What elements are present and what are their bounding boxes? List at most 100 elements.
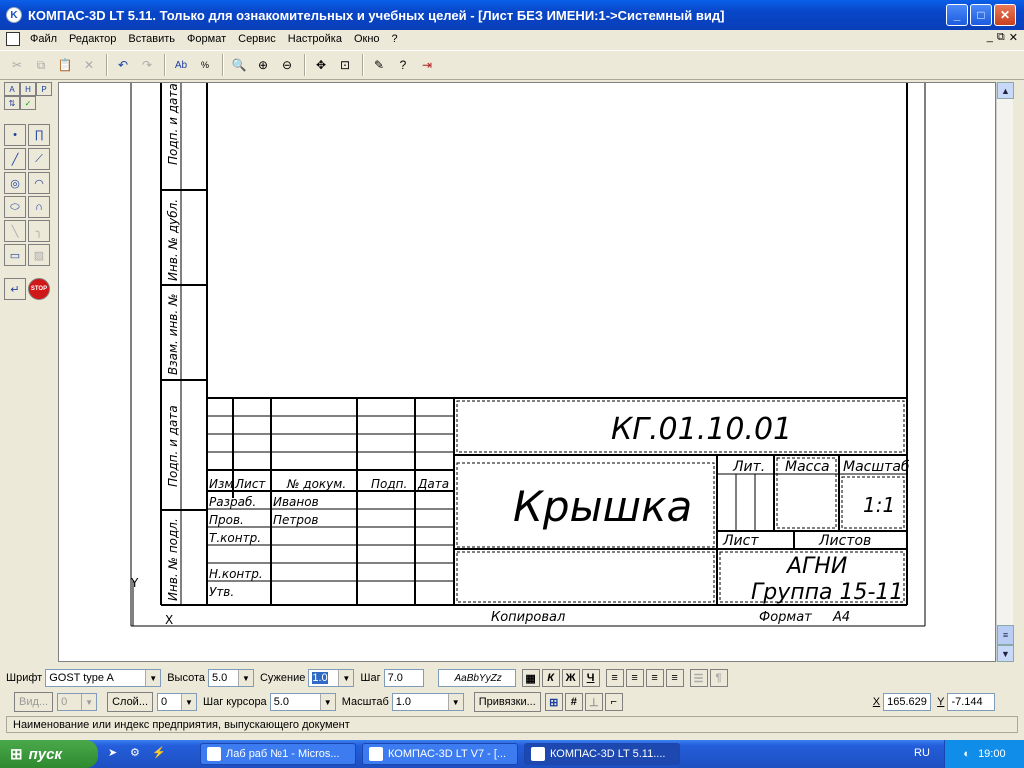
- chevron-down-icon[interactable]: ▼: [338, 670, 354, 686]
- doc-minimize-icon[interactable]: _: [987, 31, 993, 44]
- chamfer-icon[interactable]: ╲: [4, 220, 26, 242]
- polyline-icon[interactable]: ⟋: [28, 148, 50, 170]
- fillet-icon[interactable]: ╮: [28, 220, 50, 242]
- grid-icon[interactable]: ⊞: [544, 693, 563, 711]
- hatch-icon[interactable]: ▨: [28, 244, 50, 266]
- scroll-thumb[interactable]: ≡: [997, 625, 1014, 645]
- edit-tab-icon[interactable]: ⇅: [4, 96, 20, 110]
- tray-icon[interactable]: ◐: [963, 748, 970, 760]
- layer-select[interactable]: 0 ▼: [157, 693, 197, 711]
- y-coord-field[interactable]: -7.144: [947, 693, 996, 711]
- view-button[interactable]: Вид...: [14, 692, 54, 712]
- chevron-down-icon[interactable]: ▼: [319, 694, 335, 710]
- scale-value[interactable]: 1:1: [863, 493, 895, 517]
- cut-icon[interactable]: ✂: [6, 54, 28, 76]
- task-word[interactable]: Лаб раб №1 - Micros...: [200, 743, 356, 765]
- local-cs-icon[interactable]: ⌐: [604, 693, 623, 711]
- scale-select[interactable]: 1.0 ▼: [391, 693, 464, 711]
- exit-icon[interactable]: ⇥: [416, 54, 438, 76]
- ellipse-icon[interactable]: ⬭: [4, 196, 26, 218]
- chevron-down-icon[interactable]: ▼: [237, 670, 253, 686]
- menu-edit[interactable]: Редактор: [63, 33, 122, 45]
- menu-settings[interactable]: Настройка: [282, 33, 348, 45]
- quicklaunch-icon[interactable]: ➤: [108, 746, 117, 759]
- chevron-down-icon[interactable]: ▼: [447, 694, 463, 710]
- snaps-button[interactable]: Привязки...: [473, 692, 541, 712]
- pan-icon[interactable]: ✥: [310, 54, 332, 76]
- spline-icon[interactable]: ∩: [28, 196, 50, 218]
- height-select[interactable]: 5.0 ▼: [207, 669, 254, 687]
- chevron-down-icon[interactable]: ▼: [145, 670, 161, 686]
- title-bar[interactable]: K КОМПАС-3D LT 5.11. Только для ознакоми…: [0, 0, 1024, 30]
- measure-tab-icon[interactable]: ✓: [20, 96, 36, 110]
- bold-button[interactable]: Ж: [561, 669, 580, 687]
- x-coord-field[interactable]: 165.629: [883, 693, 932, 711]
- doc-close-icon[interactable]: ✕: [1009, 31, 1018, 44]
- vertical-scrollbar[interactable]: ▲ ≡ ▼: [996, 82, 1014, 662]
- stop-icon[interactable]: STOP: [28, 278, 50, 300]
- segment-icon[interactable]: ╱: [4, 148, 26, 170]
- paste-icon[interactable]: 📋: [54, 54, 76, 76]
- list-icon[interactable]: ☰: [689, 669, 708, 687]
- quicklaunch-icon-3[interactable]: ⚡: [152, 746, 166, 759]
- menu-format[interactable]: Формат: [181, 33, 232, 45]
- arc-icon[interactable]: ◠: [28, 172, 50, 194]
- ortho-icon[interactable]: ⊥: [584, 693, 603, 711]
- menu-file[interactable]: Файл: [24, 33, 63, 45]
- text-tab-icon[interactable]: P: [36, 82, 52, 96]
- menu-service[interactable]: Сервис: [232, 33, 282, 45]
- org-group[interactable]: Группа 15-11: [751, 580, 903, 605]
- font-select[interactable]: GOST type A ▼: [45, 669, 162, 687]
- chevron-down-icon[interactable]: ▼: [181, 694, 196, 710]
- undo-icon[interactable]: ↶: [112, 54, 134, 76]
- align-center-icon[interactable]: ≡: [625, 669, 644, 687]
- grid-toggle-icon[interactable]: #: [564, 693, 583, 711]
- point-icon[interactable]: •: [4, 124, 26, 146]
- drawing-canvas[interactable]: Подп. и дата Инв. № дубл. Взам. инв. № П…: [58, 82, 996, 662]
- chevron-down-icon[interactable]: ▼: [81, 694, 97, 710]
- doc-restore-icon[interactable]: ⧉: [997, 31, 1005, 44]
- geometry-tab-icon[interactable]: A: [4, 82, 20, 96]
- document-icon[interactable]: [6, 32, 20, 46]
- view-select[interactable]: 0 ▼: [57, 693, 98, 711]
- enter-icon[interactable]: ↵: [4, 278, 26, 300]
- align-left-icon[interactable]: ≡: [605, 669, 624, 687]
- narrow-select[interactable]: 1.0 ▼: [308, 669, 355, 687]
- task-kompas-511[interactable]: КОМПАС-3D LT 5.11....: [524, 743, 680, 765]
- scroll-down-icon[interactable]: ▼: [997, 645, 1014, 662]
- doc-designation[interactable]: КГ.01.10.01: [611, 412, 792, 447]
- redo-icon[interactable]: ↷: [136, 54, 158, 76]
- quicklaunch-icon-2[interactable]: ⚙: [130, 746, 140, 759]
- properties-icon[interactable]: ✎: [368, 54, 390, 76]
- start-button[interactable]: ⊞ пуск: [0, 740, 98, 768]
- spellcheck-icon[interactable]: Ab: [170, 54, 192, 76]
- menu-window[interactable]: Окно: [348, 33, 386, 45]
- rectangle-icon[interactable]: ▭: [4, 244, 26, 266]
- zoom-out-icon[interactable]: ⊖: [276, 54, 298, 76]
- task-kompas-v7[interactable]: КОМПАС-3D LT V7 - [...: [362, 743, 518, 765]
- menu-help[interactable]: ?: [386, 33, 404, 45]
- scroll-up-icon[interactable]: ▲: [997, 82, 1014, 99]
- align-justify-icon[interactable]: ≡: [665, 669, 684, 687]
- minimize-button[interactable]: _: [946, 4, 968, 26]
- menu-insert[interactable]: Вставить: [122, 33, 181, 45]
- step-field[interactable]: 7.0: [383, 669, 424, 687]
- zoom-in-icon[interactable]: ⊕: [252, 54, 274, 76]
- delete-icon[interactable]: ✕: [78, 54, 100, 76]
- part-name[interactable]: Крышка: [513, 482, 692, 531]
- context-help-icon[interactable]: ?: [392, 54, 414, 76]
- kompas-app-icon[interactable]: K: [6, 7, 22, 23]
- circle-icon[interactable]: ◎: [4, 172, 26, 194]
- maximize-button[interactable]: □: [970, 4, 992, 26]
- aux-line-icon[interactable]: ∏: [28, 124, 50, 146]
- paragraph-icon[interactable]: ¶: [709, 669, 728, 687]
- layer-button[interactable]: Слой...: [107, 692, 153, 712]
- dimension-tab-icon[interactable]: H: [20, 82, 36, 96]
- symbol-icon[interactable]: %: [194, 54, 216, 76]
- cursor-step-select[interactable]: 5.0 ▼: [269, 693, 336, 711]
- zoom-all-icon[interactable]: ⊡: [334, 54, 356, 76]
- align-right-icon[interactable]: ≡: [645, 669, 664, 687]
- copy-icon[interactable]: ⧉: [30, 54, 52, 76]
- zoom-icon[interactable]: 🔍: [228, 54, 250, 76]
- org-name[interactable]: АГНИ: [785, 554, 847, 579]
